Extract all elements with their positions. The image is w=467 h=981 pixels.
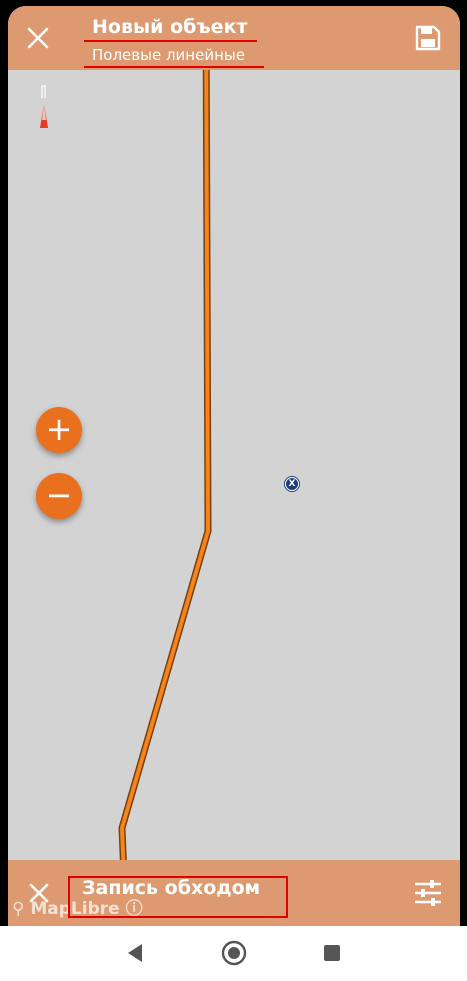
page-subtitle: Полевые линейные bbox=[92, 46, 245, 64]
subtitle-highlight-underline bbox=[84, 66, 264, 68]
sliders-icon[interactable] bbox=[414, 880, 442, 906]
page-title: Новый объект bbox=[92, 16, 248, 38]
zoom-out-button[interactable]: − bbox=[36, 473, 82, 519]
top-app-bar: Новый объект Полевые линейные bbox=[8, 6, 460, 70]
mode-label-highlight-box bbox=[68, 876, 288, 918]
plus-icon: + bbox=[45, 410, 73, 448]
zoom-in-button[interactable]: + bbox=[36, 407, 82, 453]
minus-icon: − bbox=[45, 476, 73, 514]
marker-label: X bbox=[288, 479, 296, 489]
route-line bbox=[120, 6, 210, 926]
save-icon[interactable] bbox=[415, 25, 441, 51]
back-triangle-icon[interactable] bbox=[126, 943, 144, 963]
close-icon[interactable] bbox=[27, 27, 49, 49]
title-highlight-underline bbox=[84, 40, 257, 42]
home-circle-icon[interactable] bbox=[221, 940, 247, 966]
app-screen: + − X Новый объект Полевые линейные ⚲ Ma… bbox=[8, 6, 460, 926]
marker-inner: X bbox=[286, 478, 298, 490]
location-marker[interactable]: X bbox=[284, 476, 300, 492]
recents-square-icon[interactable] bbox=[323, 944, 341, 962]
map-canvas[interactable] bbox=[8, 6, 460, 926]
compass-icon[interactable] bbox=[36, 84, 52, 134]
system-navigation-bar bbox=[0, 926, 467, 981]
map-pin-icon: ⚲ bbox=[12, 899, 25, 919]
